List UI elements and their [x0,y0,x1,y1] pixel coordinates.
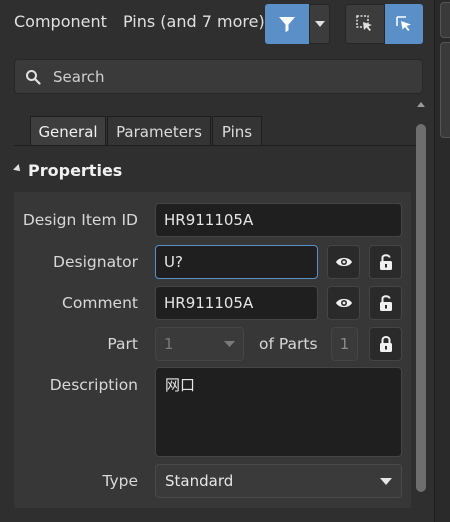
cursor-icon [396,16,411,31]
header-kind-label: Component [14,12,107,31]
design-item-id-label: Design Item ID [22,211,138,229]
tab-pins[interactable]: Pins [212,116,262,146]
type-select-value: Standard [165,472,234,490]
type-label: Type [102,472,138,490]
chevron-down-icon [314,21,325,27]
description-value: 网口 [165,376,196,394]
side-tab-1[interactable] [440,2,450,38]
part-select-value: 1 [164,335,174,353]
tab-general[interactable]: General [30,116,106,146]
type-select[interactable]: Standard [155,464,402,498]
designator-label: Designator [53,253,138,271]
designator-field[interactable]: U? [155,245,318,279]
section-title: Properties [28,161,123,180]
scrollbar-up-arrow[interactable] [417,102,425,107]
filter-dropdown-button[interactable] [309,4,330,44]
comment-label: Comment [62,294,138,312]
comment-field[interactable]: HR911105A [155,286,318,320]
scrollbar-thumb[interactable] [416,124,426,492]
side-tab-2[interactable] [440,42,450,138]
select-inside-button[interactable] [345,4,385,44]
tab-parameters[interactable]: Parameters [107,116,211,146]
eye-icon [335,298,352,308]
comment-lock-button[interactable] [369,286,402,320]
tab-underline [14,145,416,146]
filter-icon [279,17,295,32]
collapse-triangle-icon[interactable] [13,164,23,174]
of-parts-label: of Parts [259,335,318,353]
design-item-id-field[interactable]: HR911105A [155,203,402,237]
description-field[interactable]: 网口 [155,367,402,457]
designator-lock-button[interactable] [369,245,402,279]
header-filter-text: Pins (and 7 more) [123,12,265,31]
search-input[interactable]: Search [53,68,105,86]
select-area-icon [356,15,372,31]
unlock-icon [379,295,392,311]
of-parts-value: 1 [331,327,358,361]
chevron-down-icon [380,477,392,485]
comment-visibility-button[interactable] [327,286,360,320]
select-touching-button[interactable] [385,4,423,44]
designator-visibility-button[interactable] [327,245,360,279]
search-box[interactable]: Search [14,59,423,94]
search-icon [26,69,41,85]
unlock-icon [379,254,392,270]
part-select[interactable]: 1 [155,327,244,361]
chevron-down-icon [224,341,235,347]
filter-button[interactable] [265,4,309,44]
part-lock-button[interactable] [369,327,402,361]
description-label: Description [49,376,138,394]
lock-icon [379,336,392,352]
part-label: Part [107,335,138,353]
eye-icon [335,257,352,267]
